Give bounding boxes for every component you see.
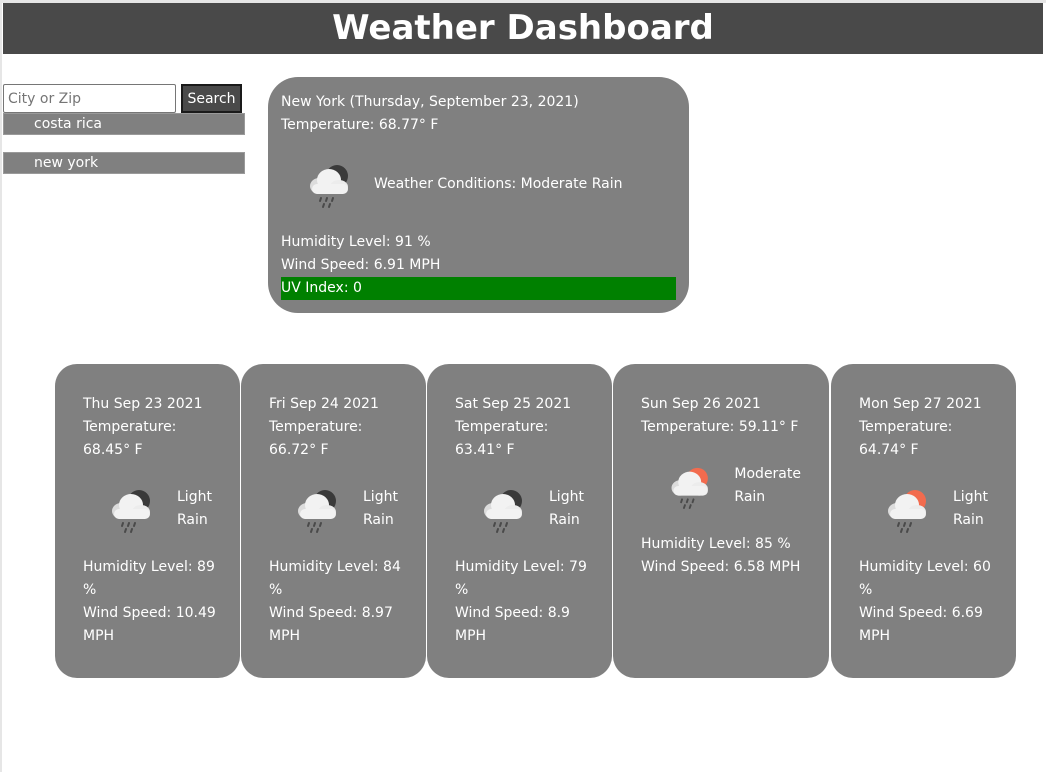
forecast-conditions-line-1: Moderate xyxy=(734,466,801,482)
forecast-card-day-3: Sat Sep 25 2021 Temperature: 63.41° F Li… xyxy=(427,364,612,678)
forecast-wind-speed: Wind Speed: 6.69 xyxy=(859,605,983,621)
history-item-new-york[interactable]: new york xyxy=(3,152,245,174)
forecast-humidity: Humidity Level: 89 xyxy=(83,559,215,575)
day-rain-cloud-icon xyxy=(671,467,708,509)
night-rain-cloud-icon xyxy=(298,490,336,533)
night-rain-cloud-icon xyxy=(112,490,150,533)
current-wind-speed: Wind Speed: 6.91 MPH xyxy=(281,257,441,273)
forecast-humidity: Humidity Level: 79 xyxy=(455,559,587,575)
forecast-date: Sun Sep 26 2021 xyxy=(641,396,761,412)
forecast-wind-unit: MPH xyxy=(455,628,487,644)
forecast-humidity: Humidity Level: 85 % xyxy=(641,536,791,552)
page-header: Weather Dashboard xyxy=(3,3,1043,54)
forecast-conditions: Moderate Rain xyxy=(734,463,801,509)
forecast-temperature-value: 68.45° F xyxy=(83,442,143,458)
forecast-humidity-unit: % xyxy=(83,582,97,598)
forecast-wind-speed: Wind Speed: 10.49 xyxy=(83,605,216,621)
forecast-humidity-unit: % xyxy=(269,582,283,598)
forecast-wind-speed: Wind Speed: 8.97 xyxy=(269,605,393,621)
forecast-conditions-line-1: Light xyxy=(177,489,212,505)
forecast-conditions-line-1: Light xyxy=(549,489,584,505)
forecast-conditions: Light Rain xyxy=(953,486,988,532)
forecast-date: Sat Sep 25 2021 xyxy=(455,396,572,412)
forecast-date: Thu Sep 23 2021 xyxy=(83,396,203,412)
page-title: Weather Dashboard xyxy=(332,8,714,48)
forecast-card-day-2: Fri Sep 24 2021 Temperature: 66.72° F Li… xyxy=(241,364,426,678)
forecast-temperature-value: 66.72° F xyxy=(269,442,329,458)
forecast-conditions-line-2: Rain xyxy=(549,512,580,528)
forecast-wind-unit: MPH xyxy=(269,628,301,644)
forecast-conditions: Light Rain xyxy=(363,486,398,532)
forecast-temperature: Temperature: 59.11° F xyxy=(641,419,799,435)
forecast-card-day-5: Mon Sep 27 2021 Temperature: 64.74° F Li… xyxy=(831,364,1016,678)
forecast-conditions-line-1: Light xyxy=(363,489,398,505)
current-location-date: New York (Thursday, September 23, 2021) xyxy=(281,94,579,110)
forecast-temperature-label: Temperature: xyxy=(83,419,177,435)
forecast-conditions-row: Moderate Rain xyxy=(641,439,801,533)
forecast-conditions-line-1: Light xyxy=(953,489,988,505)
uv-index-badge: UV Index: 0 xyxy=(281,277,676,300)
forecast-humidity: Humidity Level: 60 xyxy=(859,559,991,575)
forecast-conditions-row: Light Rain xyxy=(859,462,988,556)
day-rain-cloud-icon xyxy=(888,490,926,533)
forecast-wind-unit: MPH xyxy=(83,628,115,644)
search-button[interactable]: Search xyxy=(181,84,242,113)
forecast-conditions-line-2: Rain xyxy=(363,512,394,528)
forecast-temperature-label: Temperature: xyxy=(269,419,363,435)
forecast-date: Mon Sep 27 2021 xyxy=(859,396,982,412)
forecast-temperature-value: 64.74° F xyxy=(859,442,919,458)
forecast-conditions-line-2: Rain xyxy=(177,512,208,528)
forecast-conditions: Light Rain xyxy=(549,486,584,532)
forecast-wind-speed: Wind Speed: 8.9 xyxy=(455,605,570,621)
forecast-conditions-row: Light Rain xyxy=(83,462,212,556)
history-item-costa-rica[interactable]: costa rica xyxy=(3,113,245,135)
forecast-wind-speed: Wind Speed: 6.58 MPH xyxy=(641,559,801,575)
forecast-conditions-row: Light Rain xyxy=(455,462,584,556)
current-humidity: Humidity Level: 91 % xyxy=(281,234,431,250)
current-weather-card: New York (Thursday, September 23, 2021) … xyxy=(268,77,689,313)
forecast-conditions-row: Light Rain xyxy=(269,462,398,556)
forecast-conditions: Light Rain xyxy=(177,486,212,532)
forecast-temperature-value: 63.41° F xyxy=(455,442,515,458)
night-rain-cloud-icon xyxy=(484,490,522,533)
forecast-card-day-4: Sun Sep 26 2021 Temperature: 59.11° F Mo… xyxy=(613,364,829,678)
forecast-card-day-1: Thu Sep 23 2021 Temperature: 68.45° F Li… xyxy=(55,364,240,678)
forecast-conditions-line-2: Rain xyxy=(734,489,766,505)
forecast-humidity-unit: % xyxy=(859,582,873,598)
current-temperature: Temperature: 68.77° F xyxy=(281,117,439,133)
forecast-wind-unit: MPH xyxy=(859,628,891,644)
forecast-conditions-line-2: Rain xyxy=(953,512,984,528)
forecast-temperature-label: Temperature: xyxy=(859,419,953,435)
forecast-temperature-label: Temperature: xyxy=(455,419,549,435)
current-conditions-row: Weather Conditions: Moderate Rain xyxy=(281,137,676,231)
forecast-humidity-unit: % xyxy=(455,582,469,598)
forecast-humidity: Humidity Level: 84 xyxy=(269,559,401,575)
current-conditions: Weather Conditions: Moderate Rain xyxy=(374,176,623,192)
city-search-input[interactable] xyxy=(3,84,176,113)
forecast-date: Fri Sep 24 2021 xyxy=(269,396,379,412)
night-rain-cloud-icon xyxy=(310,165,348,208)
window-left-edge xyxy=(0,0,2,772)
